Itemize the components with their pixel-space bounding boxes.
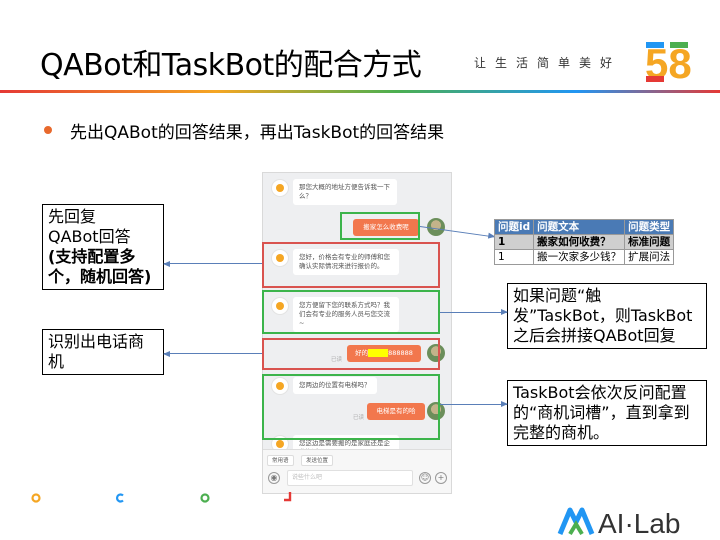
highlight-phone-number — [262, 338, 440, 370]
table-cell: 标准问题 — [624, 234, 675, 250]
callout-reply-line1: 先回复 — [48, 207, 97, 226]
emoji-icon[interactable]: ☺ — [419, 472, 431, 484]
table-row: 1 搬家如何收费？ 标准问题 — [493, 234, 675, 250]
callout-taskbot-slots: TaskBot会依次反问配置的“商机词槽”，直到拿到完整的商机。 — [507, 380, 707, 446]
brand-slogan: 让生活简单美好 — [474, 56, 622, 70]
table-header: 问题文本 — [533, 219, 626, 235]
table-row: 1 搬一次家多少钱？ 扩展问法 — [493, 249, 675, 265]
ailab-logo-icon: AI·Lab — [557, 507, 681, 538]
arrow-to-phone-callout — [164, 353, 262, 354]
table-header-row: 问题id 问题文本 问题类型 — [493, 219, 675, 235]
orange-ring-icon — [31, 493, 41, 503]
slide-title: QABot和TaskBot的配合方式 — [40, 48, 422, 83]
callout-taskbot-trigger: 如果问题“触发”TaskBot，则TaskBot之后会拼接QABot回复 — [507, 283, 707, 349]
red-corner-icon — [284, 492, 292, 502]
table-cell: 搬一次家多少钱？ — [533, 249, 626, 265]
quick-chip-common-phrases[interactable]: 常用语 — [267, 455, 294, 466]
callout-phone-detect: 识别出电话商机 — [42, 329, 164, 375]
bot-avatar-icon — [271, 179, 289, 197]
callout-reply-qabot: 先回复 QABot回答 (支持配置多个，随机回答) — [42, 204, 164, 290]
table-header: 问题类型 — [624, 219, 675, 235]
highlight-qabot-answer — [262, 242, 440, 288]
chat-bubble-bot: 那您大概的地址方便告诉我一下么？ — [293, 179, 397, 205]
arrow-to-taskbot-callout — [440, 401, 508, 407]
voice-icon[interactable]: ◉ — [268, 472, 280, 484]
plus-icon[interactable]: + — [435, 472, 447, 484]
arrow-to-trigger-callout — [440, 309, 508, 315]
blue-c-icon — [116, 493, 124, 503]
qa-table: 问题id 问题文本 问题类型 1 搬家如何收费？ 标准问题 1 搬一次家多少钱？… — [493, 219, 675, 265]
table-cell: 1 — [493, 234, 535, 250]
table-cell: 搬家如何收费？ — [533, 234, 626, 250]
green-ring-icon — [200, 493, 210, 503]
58-logo-icon: 58 — [645, 40, 692, 86]
highlight-user-question — [340, 212, 420, 240]
callout-reply-line2: QABot回答 — [48, 227, 131, 246]
arrow-to-reply-callout — [164, 263, 262, 264]
bullet-dot — [44, 126, 52, 134]
quick-chip-send-location[interactable]: 发送位置 — [301, 455, 334, 466]
ailab-brand-text: AI·Lab — [598, 508, 681, 538]
chat-input-bar: 常用语 发送位置 ◉ 说些什么吧 ☺ + — [263, 449, 451, 493]
chat-input[interactable]: 说些什么吧 — [287, 470, 413, 486]
highlight-taskbot-ask — [262, 290, 440, 334]
table-header: 问题id — [493, 219, 535, 235]
header-divider — [0, 90, 720, 93]
bullet-text: 先出QABot的回答结果，再出TaskBot的回答结果 — [70, 123, 445, 143]
callout-reply-bold: (支持配置多个，随机回答) — [48, 247, 152, 286]
highlight-taskbot-slots — [262, 374, 440, 440]
table-cell: 1 — [493, 249, 535, 265]
table-cell: 扩展问法 — [624, 249, 675, 265]
